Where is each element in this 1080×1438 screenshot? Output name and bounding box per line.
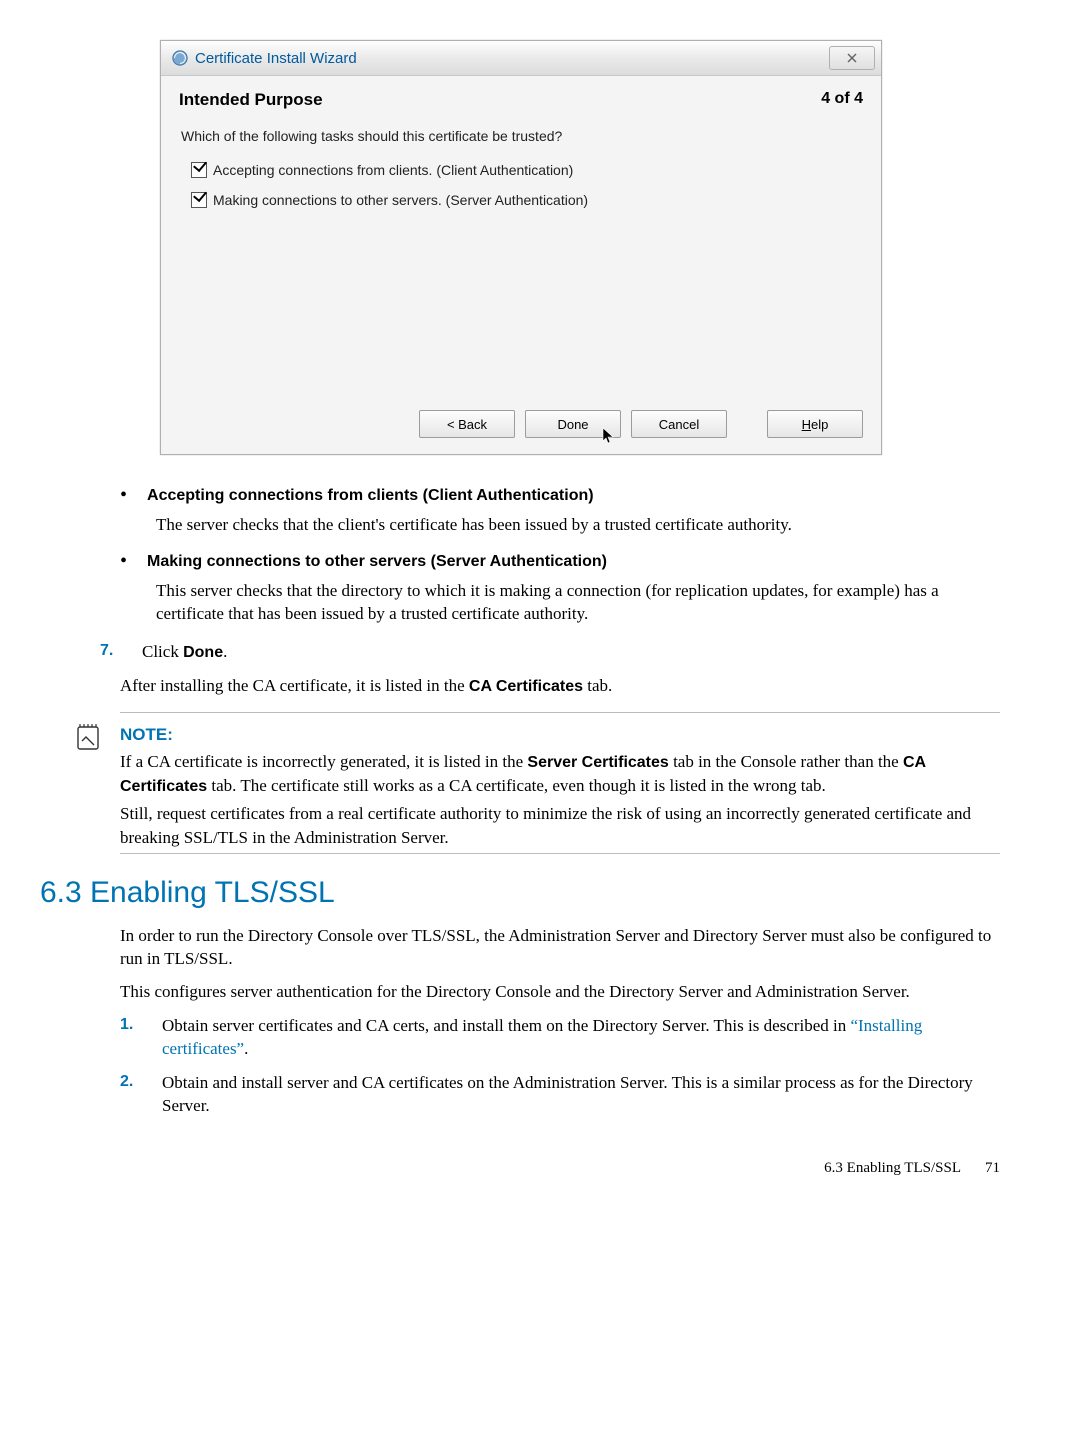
section-heading-63: 6.3 Enabling TLS/SSL (40, 872, 1000, 913)
close-icon (846, 52, 858, 64)
help-rest: elp (811, 417, 828, 432)
note-label: NOTE: (120, 723, 1000, 746)
checkbox-icon (191, 192, 207, 208)
option-label: Making connections to other servers. (Se… (213, 192, 588, 208)
done-button[interactable]: Done (525, 410, 621, 438)
list-number: 1. (120, 1014, 138, 1061)
step-text: Click Done. (142, 640, 227, 664)
divider (120, 712, 1000, 713)
wizard-dialog: Certificate Install Wizard Intended Purp… (160, 40, 882, 455)
list-item-text: Obtain server certificates and CA certs,… (162, 1014, 1000, 1061)
after-install-text: After installing the CA certificate, it … (120, 674, 1000, 698)
checkbox-client-auth[interactable]: Accepting connections from clients. (Cli… (161, 158, 881, 188)
bullet-body: This server checks that the directory to… (156, 579, 1000, 626)
bullet-body: The server checks that the client's cert… (156, 513, 1000, 536)
dialog-title: Certificate Install Wizard (195, 50, 829, 67)
list-item-text: Obtain and install server and CA certifi… (162, 1071, 1000, 1118)
note-body: If a CA certificate is incorrectly gener… (120, 750, 1000, 798)
done-label: Done (557, 417, 588, 432)
help-button[interactable]: Help (767, 410, 863, 438)
step-number: 7. (100, 640, 118, 664)
checkbox-server-auth[interactable]: Making connections to other servers. (Se… (161, 188, 881, 218)
step-counter: 4 of 4 (821, 90, 863, 110)
divider (120, 853, 1000, 854)
bullet-heading: Making connections to other servers (Ser… (147, 551, 607, 573)
bullet-heading: Accepting connections from clients (Clie… (147, 485, 594, 507)
question-text: Which of the following tasks should this… (161, 118, 881, 158)
bullet-icon: • (120, 485, 127, 507)
paragraph: In order to run the Directory Console ov… (120, 924, 1000, 971)
note-icon (74, 723, 104, 753)
paragraph: This configures server authentication fo… (120, 980, 1000, 1003)
checkbox-icon (191, 162, 207, 178)
close-button[interactable] (829, 46, 875, 70)
option-label: Accepting connections from clients. (Cli… (213, 162, 573, 178)
cursor-icon (602, 427, 616, 445)
section-heading: Intended Purpose (179, 90, 323, 110)
cancel-button[interactable]: Cancel (631, 410, 727, 438)
titlebar: Certificate Install Wizard (161, 41, 881, 76)
note-body-2: Still, request certificates from a real … (120, 802, 1000, 849)
list-number: 2. (120, 1071, 138, 1118)
help-mnemonic: H (802, 417, 811, 432)
bullet-icon: • (120, 551, 127, 573)
app-icon (171, 49, 189, 67)
page-footer: 6.3 Enabling TLS/SSL71 (80, 1158, 1000, 1179)
back-button[interactable]: < Back (419, 410, 515, 438)
